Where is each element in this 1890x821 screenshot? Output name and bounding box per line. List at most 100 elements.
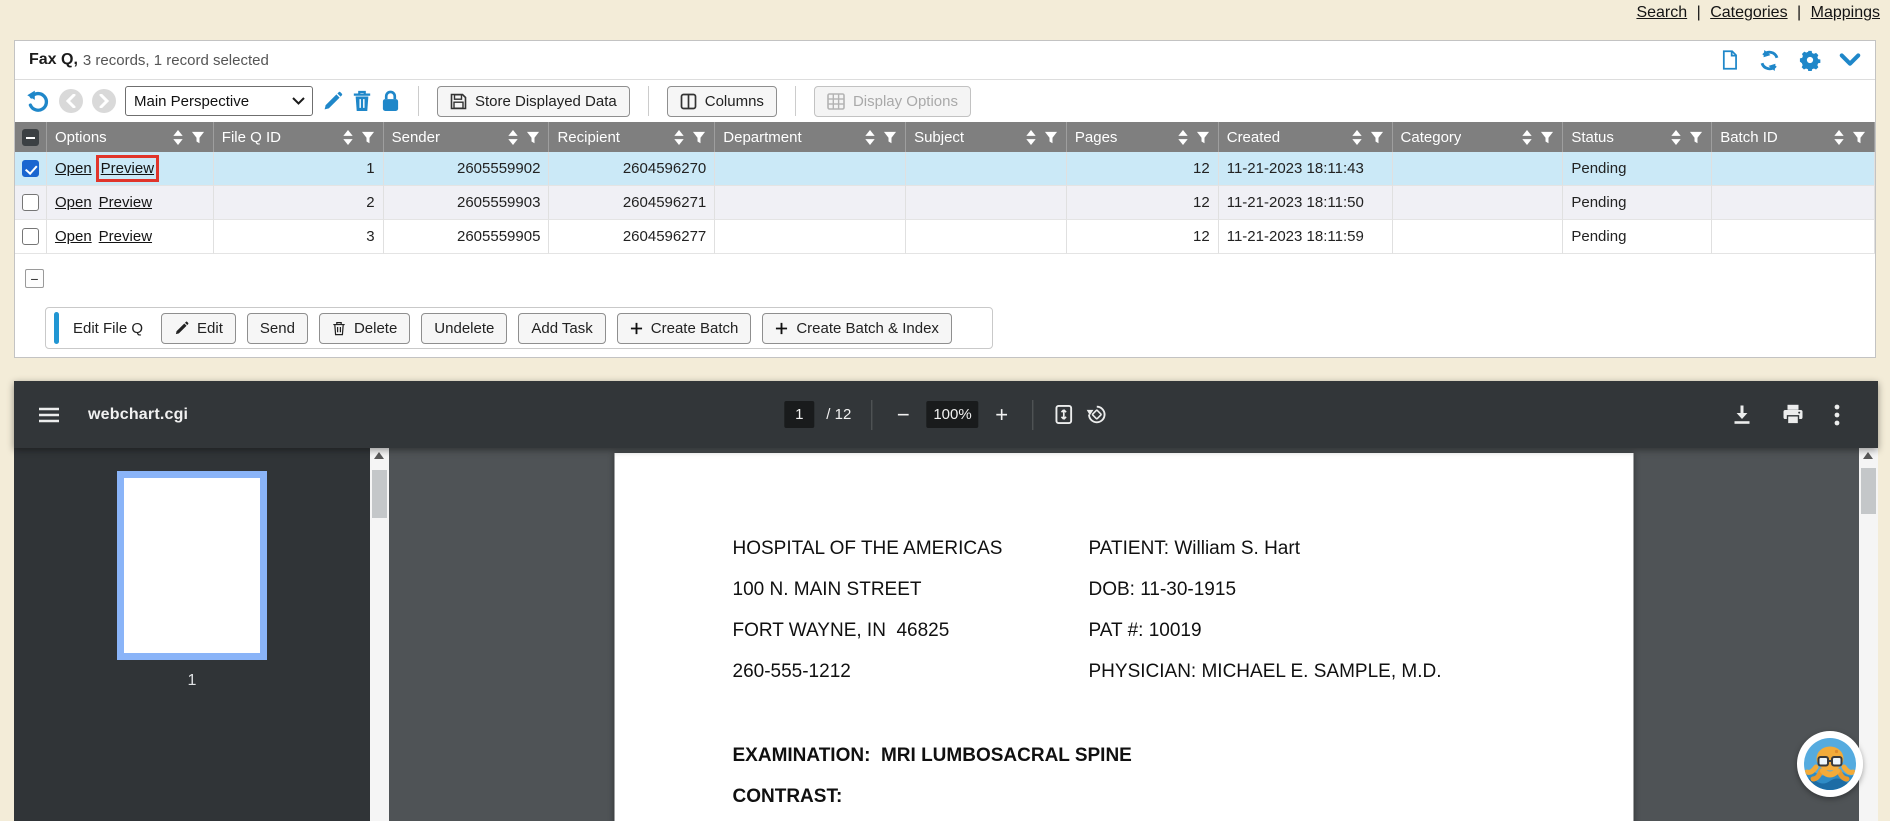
filter-funnel-icon[interactable] xyxy=(1540,131,1554,144)
create-batch-button[interactable]: Create Batch xyxy=(617,313,752,344)
sort-icon[interactable] xyxy=(1671,130,1681,145)
edit-toolbar-label: Edit File Q xyxy=(73,320,143,337)
filter-funnel-icon[interactable] xyxy=(526,131,540,144)
filter-funnel-icon[interactable] xyxy=(1370,131,1384,144)
sort-icon[interactable] xyxy=(865,130,875,145)
delete-perspective-trash-icon[interactable] xyxy=(352,90,372,112)
cell-recipient: 2604596270 xyxy=(549,152,715,186)
record-summary: 3 records, 1 record selected xyxy=(83,52,269,69)
column-header-icons xyxy=(1522,130,1554,145)
undo-icon[interactable] xyxy=(25,89,50,114)
collapse-section-button[interactable]: − xyxy=(25,269,44,288)
scrollbar-thumb[interactable] xyxy=(1861,468,1876,514)
sort-icon[interactable] xyxy=(1352,130,1362,145)
column-header-sender[interactable]: Sender xyxy=(384,122,550,152)
store-displayed-data-button[interactable]: Store Displayed Data xyxy=(437,86,630,117)
select-all-checkbox[interactable] xyxy=(22,129,39,146)
filter-funnel-icon[interactable] xyxy=(1689,131,1703,144)
page-number-input[interactable]: 1 xyxy=(784,401,814,428)
open-link[interactable]: Open xyxy=(55,228,92,245)
scrollbar-up-arrow-icon[interactable] xyxy=(1863,452,1873,459)
scrollbar-up-arrow-icon[interactable] xyxy=(374,452,384,459)
pdf-toolbar-separator xyxy=(1033,400,1034,430)
column-header-recipient[interactable]: Recipient xyxy=(549,122,715,152)
sort-icon[interactable] xyxy=(1522,130,1532,145)
cell-sender: 2605559903 xyxy=(384,186,550,220)
zoom-in-button[interactable]: + xyxy=(991,402,1013,428)
display-options-button[interactable]: Display Options xyxy=(814,86,971,117)
column-header-pages[interactable]: Pages xyxy=(1067,122,1219,152)
octopus-mascot-badge[interactable] xyxy=(1797,731,1863,797)
new-document-icon[interactable] xyxy=(1719,49,1740,71)
row-checkbox[interactable] xyxy=(22,194,39,211)
sidebar-scrollbar[interactable] xyxy=(370,448,389,821)
column-header-subject[interactable]: Subject xyxy=(906,122,1067,152)
create-batch-index-button[interactable]: Create Batch & Index xyxy=(762,313,952,344)
sort-icon[interactable] xyxy=(343,130,353,145)
perspective-select[interactable]: Main Perspective xyxy=(125,86,313,116)
add-task-button[interactable]: Add Task xyxy=(518,313,605,344)
cell-department xyxy=(715,186,906,220)
cell-checkbox xyxy=(15,186,47,220)
filter-funnel-icon[interactable] xyxy=(191,131,205,144)
sort-icon[interactable] xyxy=(1026,130,1036,145)
filter-funnel-icon[interactable] xyxy=(1044,131,1058,144)
top-link-categories[interactable]: Categories xyxy=(1710,4,1787,21)
column-header-created[interactable]: Created xyxy=(1219,122,1393,152)
filter-funnel-icon[interactable] xyxy=(1852,131,1866,144)
column-header-file-q-id[interactable]: File Q ID xyxy=(214,122,384,152)
preview-link[interactable]: Preview xyxy=(99,194,152,211)
button-label: Create Batch xyxy=(651,320,739,337)
preview-link[interactable]: Preview xyxy=(101,160,154,177)
edit-button[interactable]: Edit xyxy=(161,313,236,344)
gear-icon[interactable] xyxy=(1799,49,1821,71)
trash-icon xyxy=(332,321,346,336)
history-forward-icon[interactable] xyxy=(92,89,116,113)
filter-funnel-icon[interactable] xyxy=(692,131,706,144)
top-link-search[interactable]: Search xyxy=(1636,4,1687,21)
sort-icon[interactable] xyxy=(674,130,684,145)
thumbnail-page-number: 1 xyxy=(117,672,267,690)
send-button[interactable]: Send xyxy=(247,313,308,344)
sort-icon[interactable] xyxy=(173,130,183,145)
sort-icon[interactable] xyxy=(1178,130,1188,145)
row-checkbox[interactable] xyxy=(22,160,39,177)
column-header-department[interactable]: Department xyxy=(715,122,906,152)
zoom-out-button[interactable]: − xyxy=(892,402,914,428)
open-link[interactable]: Open xyxy=(55,194,92,211)
open-link[interactable]: Open xyxy=(55,160,92,177)
sort-icon[interactable] xyxy=(1834,130,1844,145)
scrollbar-thumb[interactable] xyxy=(372,470,387,518)
refresh-icon[interactable] xyxy=(1758,49,1781,72)
columns-button[interactable]: Columns xyxy=(667,86,777,117)
edit-perspective-pencil-icon[interactable] xyxy=(322,91,343,112)
cell-checkbox xyxy=(15,152,47,186)
column-header-options[interactable]: Options xyxy=(47,122,214,152)
hamburger-icon[interactable] xyxy=(38,407,60,423)
column-header-category[interactable]: Category xyxy=(1393,122,1564,152)
filter-funnel-icon[interactable] xyxy=(361,131,375,144)
chevron-down-icon[interactable] xyxy=(1839,52,1861,68)
top-link-mappings[interactable]: Mappings xyxy=(1811,4,1880,21)
rotate-icon[interactable] xyxy=(1087,404,1108,425)
preview-link[interactable]: Preview xyxy=(99,228,152,245)
button-label: Add Task xyxy=(531,320,592,337)
download-icon[interactable] xyxy=(1732,404,1752,425)
zoom-level-input[interactable]: 100% xyxy=(926,401,978,428)
patient-line: PHYSICIAN: MICHAEL E. SAMPLE, M.D. xyxy=(1089,661,1442,683)
page-thumbnail[interactable] xyxy=(117,471,267,660)
sort-icon[interactable] xyxy=(508,130,518,145)
column-header-batch-id[interactable]: Batch ID xyxy=(1712,122,1875,152)
kebab-menu-icon[interactable] xyxy=(1834,404,1840,426)
delete-button[interactable]: Delete xyxy=(319,313,410,344)
filter-funnel-icon[interactable] xyxy=(1196,131,1210,144)
filter-funnel-icon[interactable] xyxy=(883,131,897,144)
lock-icon[interactable] xyxy=(381,90,400,112)
column-header-label: Batch ID xyxy=(1720,129,1778,146)
column-header-status[interactable]: Status xyxy=(1563,122,1712,152)
row-checkbox[interactable] xyxy=(22,228,39,245)
undelete-button[interactable]: Undelete xyxy=(421,313,507,344)
fit-page-icon[interactable] xyxy=(1054,404,1075,425)
print-icon[interactable] xyxy=(1782,404,1804,425)
history-back-icon[interactable] xyxy=(59,89,83,113)
